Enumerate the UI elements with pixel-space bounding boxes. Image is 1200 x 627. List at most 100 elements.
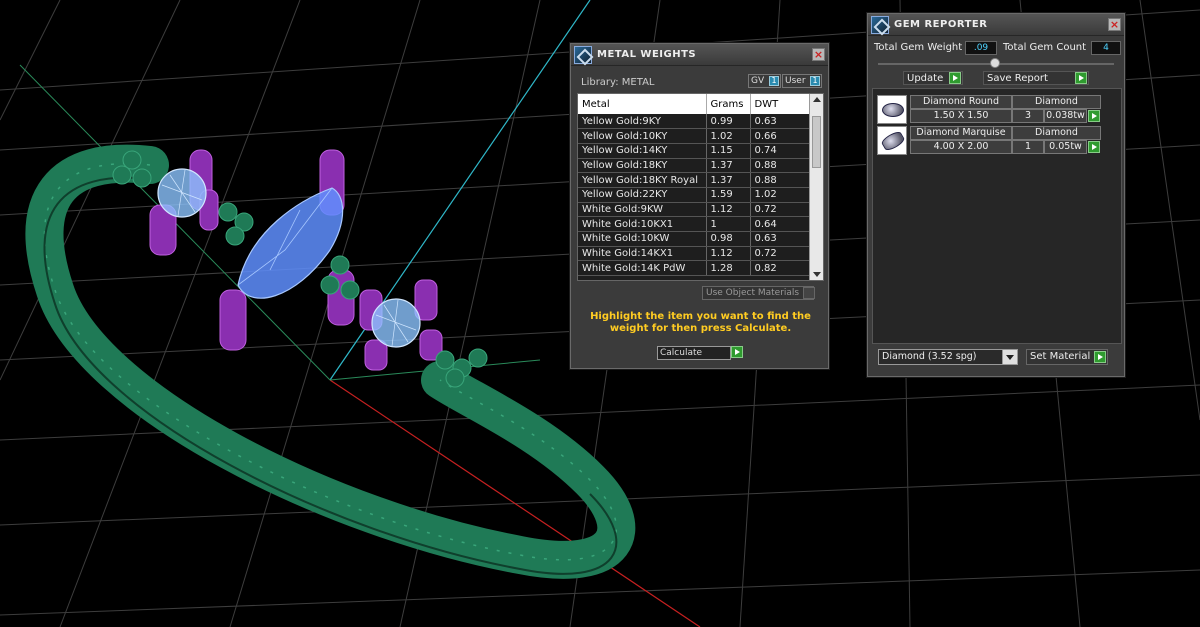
gem-weight: 0.038tw xyxy=(1044,109,1087,123)
save-report-go-icon[interactable] xyxy=(1075,72,1087,84)
metal-table-row[interactable]: Yellow Gold:9KY 0.99 0.63 xyxy=(578,114,810,130)
metal-table-row[interactable]: White Gold:9KW 1.12 0.72 xyxy=(578,202,810,218)
set-material-label: Set Material xyxy=(1030,351,1091,362)
metal-table-row[interactable]: Yellow Gold:14KY 1.15 0.74 xyxy=(578,143,810,159)
round-diamond-left[interactable] xyxy=(157,168,207,218)
gem-row[interactable]: Diamond Marquise Diamond 4.00 X 2.00 1 0… xyxy=(877,126,1101,155)
metal-name-cell: Yellow Gold:18KY xyxy=(578,158,707,174)
grams-cell: 1.59 xyxy=(706,187,751,203)
gv-toggle[interactable]: GV 1 xyxy=(748,74,781,88)
gem-select-icon[interactable] xyxy=(1088,110,1100,122)
marquise-gem-icon xyxy=(877,126,907,155)
metal-name-cell: White Gold:9KW xyxy=(578,202,707,218)
round-diamond-right[interactable] xyxy=(371,298,421,348)
calculate-go-icon[interactable] xyxy=(731,346,743,358)
gem-row[interactable]: Diamond Round Diamond 1.50 X 1.50 3 0.03… xyxy=(877,95,1101,124)
column-header-dwt[interactable]: DWT xyxy=(750,94,810,114)
dwt-cell: 0.64 xyxy=(750,216,810,232)
gem-reporter-titlebar[interactable]: GEM REPORTER × xyxy=(868,14,1124,36)
total-gem-count-value: 4 xyxy=(1091,41,1121,55)
dwt-cell: 0.63 xyxy=(750,231,810,247)
metal-name-cell: White Gold:10KX1 xyxy=(578,216,707,232)
total-gem-weight-label: Total Gem Weight xyxy=(874,42,963,53)
grams-cell: 1.02 xyxy=(706,128,751,144)
gem-reporter-title: GEM REPORTER xyxy=(894,19,988,30)
gv-label: GV xyxy=(751,76,765,86)
gem-material: Diamond xyxy=(1012,95,1101,109)
gem-reporter-app-icon xyxy=(871,16,889,34)
metal-table-row[interactable]: White Gold:14KX1 1.12 0.72 xyxy=(578,246,810,262)
scroll-thumb[interactable] xyxy=(812,116,821,168)
dwt-cell: 0.82 xyxy=(750,260,810,277)
library-label: Library: METAL xyxy=(581,77,655,88)
user-toggle[interactable]: User 1 xyxy=(782,74,822,88)
column-header-grams[interactable]: Grams xyxy=(706,94,751,114)
scroll-down-icon[interactable] xyxy=(813,272,821,277)
metal-weights-title: METAL WEIGHTS xyxy=(597,49,697,60)
gem-weight: 0.05tw xyxy=(1044,140,1087,154)
save-report-button[interactable]: Save Report xyxy=(983,71,1089,85)
metal-table[interactable]: Metal Grams DWT Yellow Gold:9KY 0.99 0.63 Y… xyxy=(577,93,824,281)
chevron-down-icon[interactable] xyxy=(1002,350,1017,364)
grams-cell: 1 xyxy=(706,216,751,232)
dwt-cell: 0.88 xyxy=(750,172,810,188)
use-object-materials-option[interactable]: Use Object Materials xyxy=(702,286,814,300)
calculate-button[interactable]: Calculate xyxy=(657,346,731,360)
gem-count: 1 xyxy=(1012,140,1044,154)
grams-cell: 1.12 xyxy=(706,202,751,218)
metal-name-cell: Yellow Gold:22KY xyxy=(578,187,707,203)
gem-select-icon[interactable] xyxy=(1088,141,1100,153)
metal-table-row[interactable]: White Gold:14K PdW 1.28 0.82 xyxy=(578,260,810,277)
metal-table-row[interactable]: Yellow Gold:22KY 1.59 1.02 xyxy=(578,187,810,203)
metal-table-row[interactable]: Yellow Gold:18KY 1.37 0.88 xyxy=(578,158,810,174)
metal-table-row[interactable]: Yellow Gold:18KY Royal 1.37 0.88 xyxy=(578,172,810,188)
gem-shape: Diamond Round xyxy=(910,95,1012,109)
metal-table-row[interactable]: White Gold:10KX1 1 0.64 xyxy=(578,216,810,232)
dwt-cell: 0.74 xyxy=(750,143,810,159)
total-gem-weight-value: .09 xyxy=(965,41,997,55)
metal-weights-titlebar[interactable]: METAL WEIGHTS × xyxy=(571,44,828,66)
use-object-materials-checkbox[interactable] xyxy=(803,287,815,299)
gem-reporter-panel: GEM REPORTER × Total Gem Weight .09 Tota… xyxy=(867,13,1125,377)
dwt-cell: 1.02 xyxy=(750,187,810,203)
grams-cell: 1.37 xyxy=(706,172,751,188)
metal-name-cell: White Gold:10KW xyxy=(578,231,707,247)
gem-size: 4.00 X 2.00 xyxy=(910,140,1012,154)
grams-cell: 0.98 xyxy=(706,231,751,247)
metal-name-cell: White Gold:14K PdW xyxy=(578,260,707,277)
instruction-text: Highlight the item you want to find the … xyxy=(590,311,811,334)
metal-name-cell: White Gold:14KX1 xyxy=(578,246,707,262)
close-icon[interactable]: × xyxy=(812,48,825,61)
grams-cell: 1.12 xyxy=(706,246,751,262)
gem-list: Diamond Round Diamond 1.50 X 1.50 3 0.03… xyxy=(872,88,1122,344)
metal-table-scrollbar[interactable] xyxy=(809,94,823,280)
metal-table-body: Yellow Gold:9KY 0.99 0.63 Yellow Gold:10KY 1… xyxy=(578,114,810,277)
gem-count: 3 xyxy=(1012,109,1044,123)
gem-shape: Diamond Marquise xyxy=(910,126,1012,140)
grams-cell: 1.37 xyxy=(706,158,751,174)
set-material-go-icon[interactable] xyxy=(1094,351,1106,363)
scroll-up-icon[interactable] xyxy=(813,97,821,102)
save-report-label: Save Report xyxy=(987,73,1048,84)
metal-name-cell: Yellow Gold:18KY Royal xyxy=(578,172,707,188)
metal-weights-panel: METAL WEIGHTS × Library: METAL GV 1 User… xyxy=(570,43,829,369)
dwt-cell: 0.66 xyxy=(750,128,810,144)
column-header-metal[interactable]: Metal xyxy=(578,94,707,114)
update-button[interactable]: Update xyxy=(903,71,963,85)
grams-cell: 1.28 xyxy=(706,260,751,277)
metal-table-row[interactable]: Yellow Gold:10KY 1.02 0.66 xyxy=(578,128,810,144)
gv-checkbox[interactable]: 1 xyxy=(769,76,779,86)
close-icon[interactable]: × xyxy=(1108,18,1121,31)
material-select[interactable]: Diamond (3.52 spg) xyxy=(878,349,1018,365)
dwt-cell: 0.72 xyxy=(750,246,810,262)
metal-name-cell: Yellow Gold:9KY xyxy=(578,114,707,130)
set-material-button[interactable]: Set Material xyxy=(1026,349,1108,365)
metal-name-cell: Yellow Gold:10KY xyxy=(578,128,707,144)
dwt-cell: 0.88 xyxy=(750,158,810,174)
update-go-icon[interactable] xyxy=(949,72,961,84)
user-label: User xyxy=(785,76,806,86)
gem-slider-thumb[interactable] xyxy=(990,58,1000,68)
user-checkbox[interactable]: 1 xyxy=(810,76,820,86)
metal-table-row[interactable]: White Gold:10KW 0.98 0.63 xyxy=(578,231,810,247)
dwt-cell: 0.72 xyxy=(750,202,810,218)
